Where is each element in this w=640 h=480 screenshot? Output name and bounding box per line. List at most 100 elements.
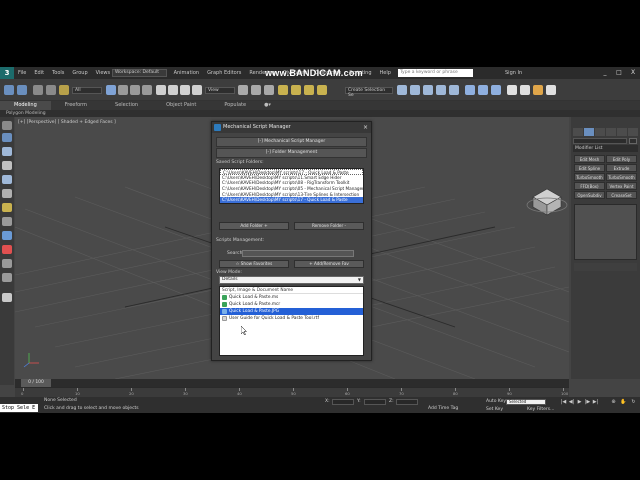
- modifier-list-dropdown[interactable]: Modifier List: [573, 145, 638, 152]
- percent-snap-icon[interactable]: [304, 85, 314, 95]
- z-coord-field[interactable]: [396, 399, 418, 405]
- previous-frame-icon[interactable]: ◀|: [568, 399, 575, 405]
- bind-space-warp-icon[interactable]: [59, 85, 69, 95]
- object-name-field[interactable]: [573, 138, 627, 144]
- schematic-view-icon[interactable]: [478, 85, 488, 95]
- app-logo-icon[interactable]: 3: [0, 67, 14, 79]
- menu-help[interactable]: Help: [376, 67, 395, 79]
- modify-tab-icon[interactable]: [584, 128, 594, 136]
- file-list-header[interactable]: Script, Image & Document Name: [220, 287, 363, 294]
- spinner-snap-icon[interactable]: [317, 85, 327, 95]
- sign-in-link[interactable]: Sign In: [505, 67, 522, 79]
- zoom-icon[interactable]: ⊕: [610, 399, 617, 405]
- tab-modeling[interactable]: Modeling: [0, 101, 51, 110]
- dialog-title[interactable]: Mechanical Script Manager: [212, 122, 371, 133]
- settings-icon[interactable]: [2, 259, 12, 268]
- keyboard-shortcut-icon[interactable]: [264, 85, 274, 95]
- time-slider[interactable]: 0 / 100: [15, 379, 569, 387]
- hierarchy-icon[interactable]: [2, 147, 12, 156]
- rollout-folder-management[interactable]: [-] Folder Management: [216, 148, 367, 158]
- go-to-start-icon[interactable]: |◀: [560, 399, 567, 405]
- utilities-tab-icon[interactable]: [628, 128, 638, 136]
- render-online-icon[interactable]: [546, 85, 556, 95]
- pivot-icon[interactable]: [238, 85, 248, 95]
- play-icon[interactable]: ▶: [576, 399, 583, 405]
- reference-coordinate-dropdown[interactable]: View: [205, 87, 235, 94]
- workspace-dropdown[interactable]: Workspace: Default: [112, 69, 167, 77]
- isolate-icon[interactable]: [2, 203, 12, 212]
- object-color-swatch[interactable]: [629, 138, 637, 144]
- modifier-button[interactable]: CreaseSet: [606, 191, 637, 199]
- tab-freeform[interactable]: Freeform: [51, 101, 101, 110]
- place-icon[interactable]: [192, 85, 202, 95]
- named-selection-dropdown[interactable]: Create Selection Se: [345, 87, 393, 98]
- render-production-icon[interactable]: [533, 85, 543, 95]
- modifier-button[interactable]: FFD(Box): [574, 182, 605, 190]
- link-icon[interactable]: [33, 85, 43, 95]
- selection-lock-icon[interactable]: [2, 245, 12, 254]
- curve-editor-icon[interactable]: [465, 85, 475, 95]
- polygon-modeling-panel[interactable]: Polygon Modeling: [0, 110, 640, 117]
- modifier-stack[interactable]: [574, 204, 637, 260]
- modifier-button[interactable]: Edit Poly: [606, 155, 637, 163]
- key-filters-button[interactable]: Key Filters...: [527, 407, 554, 412]
- viewport-label[interactable]: [+] [Perspective] [ Shaded + Edged Faces…: [18, 120, 116, 125]
- snaps-toggle-icon[interactable]: [278, 85, 288, 95]
- add-folder-button[interactable]: Add Folder +: [219, 222, 289, 230]
- maxscript-listener-field[interactable]: Stop Sele E: [0, 404, 38, 412]
- scene-explorer-icon[interactable]: [436, 85, 446, 95]
- menu-file[interactable]: File: [14, 67, 30, 79]
- menu-tools[interactable]: Tools: [48, 67, 68, 79]
- scale-icon[interactable]: [180, 85, 190, 95]
- y-coord-field[interactable]: [364, 399, 386, 405]
- set-key-button[interactable]: Set Key: [486, 407, 503, 412]
- create-icon[interactable]: [2, 121, 12, 130]
- rotate-icon[interactable]: [168, 85, 178, 95]
- create-tab-icon[interactable]: [573, 128, 583, 136]
- table-row[interactable]: User Guide for Quick Load & Paste Tool.r…: [220, 315, 363, 322]
- window-crossing-icon[interactable]: [142, 85, 152, 95]
- modifier-button[interactable]: Extrude: [606, 164, 637, 172]
- layer-explorer-icon[interactable]: [423, 85, 433, 95]
- modifier-button[interactable]: TurboSmooth: [606, 173, 637, 181]
- remove-folder-button[interactable]: Remove Folder -: [294, 222, 364, 230]
- modify-icon[interactable]: [2, 133, 12, 142]
- angle-snap-icon[interactable]: [291, 85, 301, 95]
- time-slider-thumb[interactable]: 0 / 100: [21, 379, 51, 387]
- rectangular-selection-icon[interactable]: [130, 85, 140, 95]
- select-object-icon[interactable]: [106, 85, 116, 95]
- modifier-button[interactable]: Edit Spline: [574, 164, 605, 172]
- lock-icon[interactable]: [2, 217, 12, 226]
- help-search-input[interactable]: Type a keyword or phrase: [398, 69, 473, 77]
- hierarchy-tab-icon[interactable]: [595, 128, 605, 136]
- table-row[interactable]: Quick Load & Paste.JPG: [220, 308, 363, 315]
- menu-group[interactable]: Group: [68, 67, 91, 79]
- track-bar[interactable]: 0 10 20 30 40 50 60 70 80 90 100: [15, 387, 569, 397]
- layer-icon[interactable]: [2, 231, 12, 240]
- display-tab-icon[interactable]: [617, 128, 627, 136]
- table-row[interactable]: Quick Load & Paste.ms: [220, 294, 363, 301]
- viewcube-icon[interactable]: [526, 188, 568, 216]
- table-row[interactable]: Quick Load & Paste.mcr: [220, 301, 363, 308]
- modifier-button[interactable]: Edit Mesh: [574, 155, 605, 163]
- mirror-icon[interactable]: [397, 85, 407, 95]
- tab-populate[interactable]: Populate: [210, 101, 260, 110]
- align-icon[interactable]: [410, 85, 420, 95]
- undo-icon[interactable]: [4, 85, 14, 95]
- redo-icon[interactable]: [17, 85, 27, 95]
- saved-folders-list[interactable]: C:\Users\KAVEH\Desktop\MY scripts\17 - Q…: [219, 168, 364, 204]
- menu-graph-editors[interactable]: Graph Editors: [203, 67, 245, 79]
- selection-filter-dropdown[interactable]: All: [72, 87, 102, 94]
- select-manipulate-icon[interactable]: [251, 85, 261, 95]
- material-editor-icon[interactable]: [491, 85, 501, 95]
- menu-views[interactable]: Views: [92, 67, 114, 79]
- script-file-list[interactable]: Script, Image & Document Name Quick Load…: [219, 286, 364, 356]
- maximize-button[interactable]: □: [612, 67, 626, 79]
- x-coord-field[interactable]: [332, 399, 354, 405]
- minimize-button[interactable]: _: [598, 67, 612, 79]
- list-item[interactable]: C:\Users\KAVEH\Desktop\MY scripts\05 - M…: [220, 186, 363, 192]
- next-frame-icon[interactable]: |▶: [584, 399, 591, 405]
- unlink-icon[interactable]: [46, 85, 56, 95]
- render-setup-icon[interactable]: [507, 85, 517, 95]
- add-remove-favorite-button[interactable]: + Add/Remove Fav: [294, 260, 364, 268]
